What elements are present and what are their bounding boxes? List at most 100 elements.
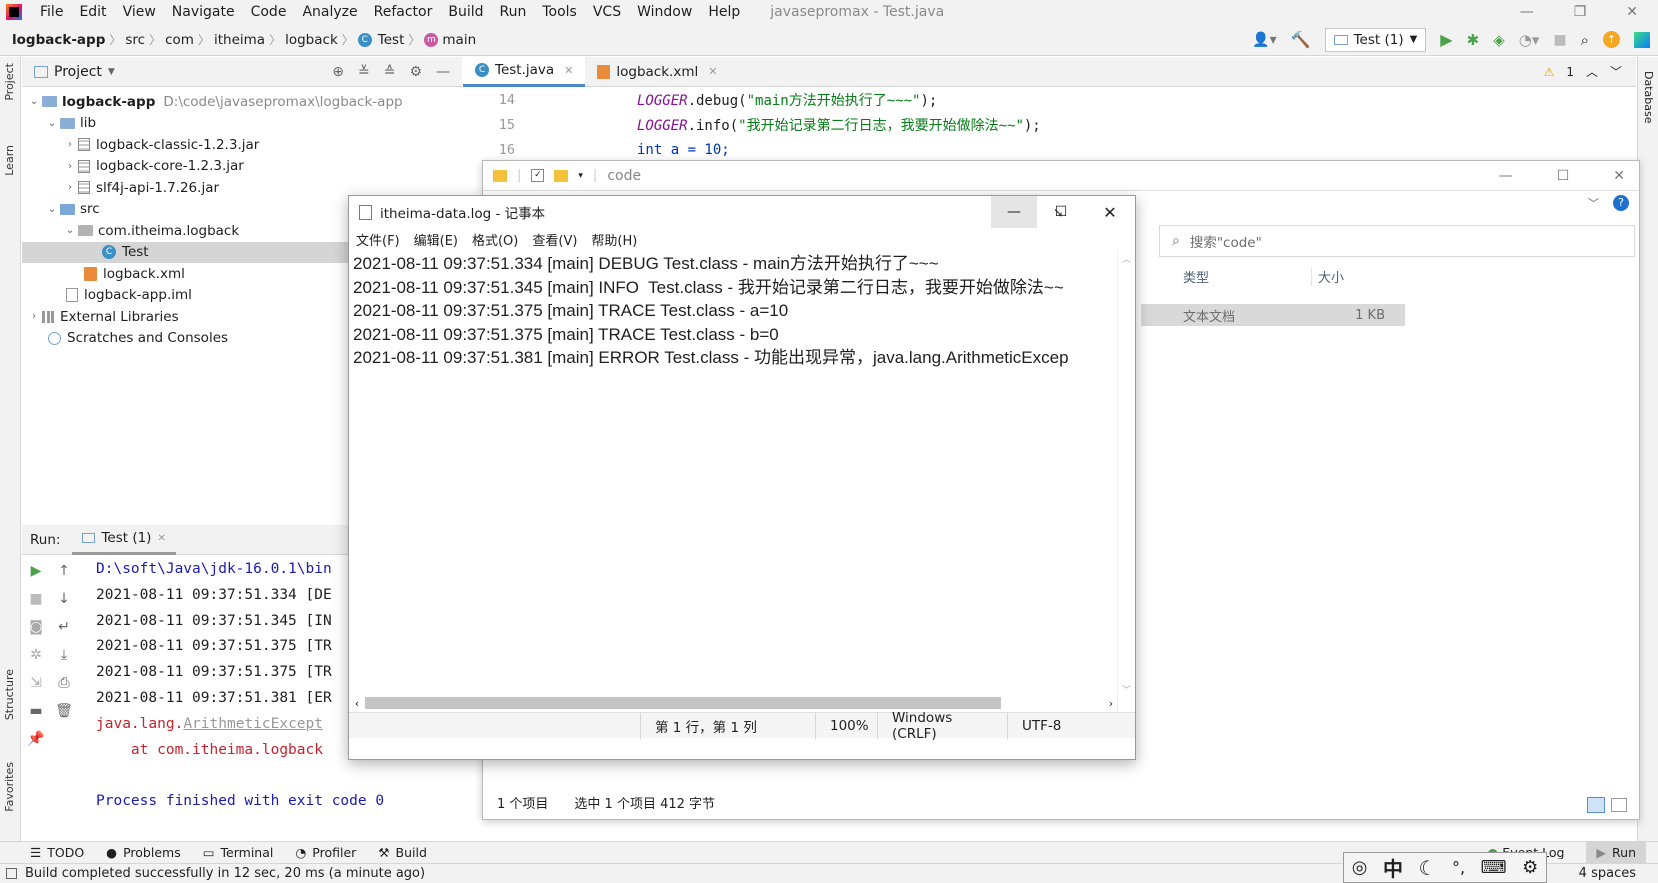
chevron-right-icon[interactable]: › xyxy=(62,161,78,172)
menu-help[interactable]: Help xyxy=(700,4,748,20)
restore-icon[interactable]: ❐ xyxy=(1574,4,1587,20)
keyboard-icon[interactable]: ⌨ xyxy=(1481,857,1507,878)
gear-icon[interactable]: ⚙ xyxy=(409,64,422,80)
run-tab[interactable]: Test (1) ✕ xyxy=(72,525,176,555)
arrow-down-icon[interactable]: ↓ xyxy=(58,591,70,607)
jetbrains-icon[interactable] xyxy=(1634,31,1650,48)
chevron-down-icon[interactable]: ⌄ xyxy=(62,225,78,236)
vertical-scrollbar[interactable]: ︿ ﹀ xyxy=(1117,250,1135,712)
column-type[interactable]: 类型 xyxy=(1183,267,1311,286)
soft-wrap-icon[interactable]: ↵ xyxy=(58,619,70,635)
gear-icon[interactable]: ⚙ xyxy=(1522,857,1538,878)
menu-navigate[interactable]: Navigate xyxy=(164,4,243,20)
tool-terminal[interactable]: ▭ Terminal xyxy=(203,845,274,860)
hammer-icon[interactable]: 🔨 xyxy=(1291,30,1311,49)
menu-edit[interactable]: Edit xyxy=(71,4,114,20)
trash-icon[interactable]: 🗑 xyxy=(55,703,73,719)
breadcrumb-logback[interactable]: logback xyxy=(281,32,342,48)
tool-database[interactable]: Database xyxy=(1642,71,1655,124)
chevron-up-icon[interactable]: ︿ xyxy=(1586,63,1598,80)
notepad-menu-view[interactable]: 查看(V) xyxy=(525,230,584,249)
menu-window[interactable]: Window xyxy=(629,4,700,20)
breadcrumb-com[interactable]: com xyxy=(161,32,198,48)
menu-file[interactable]: File xyxy=(32,4,71,20)
close-button[interactable]: ✕ xyxy=(1085,196,1135,228)
close-icon[interactable]: ✕ xyxy=(1626,4,1638,20)
tree-item-lib[interactable]: ⌄ lib xyxy=(22,113,462,135)
chevron-down-icon[interactable]: ▾ xyxy=(578,171,583,181)
tool-favorites[interactable]: Favorites xyxy=(3,762,16,812)
minimize-icon[interactable]: — xyxy=(1499,168,1513,184)
chevron-down-icon[interactable]: ⌄ xyxy=(44,118,60,129)
menu-refactor[interactable]: Refactor xyxy=(366,4,441,20)
breadcrumb-project[interactable]: logback-app xyxy=(0,32,109,48)
scroll-left-icon[interactable]: ‹ xyxy=(349,697,365,710)
close-icon[interactable]: ✕ xyxy=(1613,168,1625,184)
horizontal-scrollbar[interactable]: ‹ › xyxy=(349,694,1119,712)
settings-icon[interactable]: ✲ xyxy=(30,647,42,663)
chevron-down-icon[interactable]: ▼ xyxy=(108,67,115,77)
tree-item-jar[interactable]: › logback-classic-1.2.3.jar xyxy=(22,134,462,156)
tool-todo[interactable]: ☰ TODO xyxy=(30,845,84,860)
stop-icon[interactable]: ■ xyxy=(1553,32,1566,48)
search-icon[interactable]: ⌕ xyxy=(1581,31,1589,49)
chevron-down-icon[interactable]: ⌄ xyxy=(44,204,60,215)
scroll-down-icon[interactable]: ﹀ xyxy=(1122,683,1131,696)
tool-problems[interactable]: ● Problems xyxy=(106,845,181,860)
breadcrumb-itheima[interactable]: itheima xyxy=(210,32,269,48)
user-icon[interactable]: 👤▾ xyxy=(1252,32,1276,48)
tree-item-jar[interactable]: › logback-core-1.2.3.jar xyxy=(22,156,462,178)
run-config-select[interactable]: Test (1) ▼ xyxy=(1324,27,1427,52)
scroll-end-icon[interactable]: ⤓ xyxy=(61,647,67,663)
tool-profiler[interactable]: ◔ Profiler xyxy=(295,845,356,860)
rerun-icon[interactable]: ▶ xyxy=(31,563,42,579)
minimize-button[interactable]: — xyxy=(991,196,1037,228)
layout-icon[interactable]: ▬ xyxy=(29,703,42,719)
profile-icon[interactable]: ◔▾ xyxy=(1519,31,1540,49)
expand-all-icon[interactable]: ≚ xyxy=(358,64,370,80)
hide-icon[interactable]: — xyxy=(436,64,450,80)
details-view-icon[interactable] xyxy=(1587,797,1605,813)
tiles-view-icon[interactable] xyxy=(1611,798,1627,812)
menu-vcs[interactable]: VCS xyxy=(585,4,629,20)
stop-icon[interactable]: ■ xyxy=(29,591,42,607)
chevron-right-icon[interactable]: › xyxy=(26,311,42,322)
exit-icon[interactable]: ⇲ xyxy=(30,675,42,691)
tool-project[interactable]: Project xyxy=(3,63,16,101)
project-panel-title[interactable]: Project xyxy=(54,64,102,80)
close-icon[interactable]: ✕ xyxy=(157,533,165,544)
chevron-right-icon[interactable]: › xyxy=(62,182,78,193)
run-icon[interactable]: ▶ xyxy=(1440,30,1452,49)
checkbox-icon[interactable]: ✓ xyxy=(531,169,545,182)
warning-icon[interactable]: ⚠ xyxy=(1544,65,1555,79)
arrow-up-icon[interactable]: ↑ xyxy=(58,563,70,579)
close-icon[interactable]: ✕ xyxy=(564,64,573,77)
chevron-down-icon[interactable]: ﹀ xyxy=(1610,63,1622,80)
notepad-titlebar[interactable]: itheima-data.log - 记事本 — ☐ ✕ xyxy=(349,196,1135,228)
tab-logback-xml[interactable]: logback.xml ✕ xyxy=(585,57,729,87)
collapse-all-icon[interactable]: ≙ xyxy=(384,64,396,80)
menu-run[interactable]: Run xyxy=(492,4,535,20)
tab-test-java[interactable]: C Test.java ✕ xyxy=(463,56,586,87)
file-row[interactable]: 文本文档 1 KB xyxy=(1141,304,1405,326)
scroll-thumb[interactable] xyxy=(365,697,1001,709)
camera-icon[interactable]: ◙ xyxy=(29,619,43,635)
notepad-menu-edit[interactable]: 编辑(E) xyxy=(407,230,465,249)
menu-analyze[interactable]: Analyze xyxy=(294,4,365,20)
tool-learn[interactable]: Learn xyxy=(3,145,16,176)
notepad-menu-format[interactable]: 格式(O) xyxy=(465,230,525,249)
tree-item-logback-app[interactable]: ⌄ logback-app D:\code\javasepromax\logba… xyxy=(22,91,462,113)
chevron-down-icon[interactable]: ﹀ xyxy=(1588,195,1599,211)
indent-setting[interactable]: 4 spaces xyxy=(1579,866,1658,881)
tool-build[interactable]: ⚒ Build xyxy=(378,845,427,860)
moon-icon[interactable]: ☾ xyxy=(1419,856,1437,880)
search-input[interactable]: ⌕ 搜索"code" xyxy=(1159,225,1635,257)
console-output[interactable]: D:\soft\Java\jdk-16.0.1\bin 2021-08-11 0… xyxy=(78,555,384,815)
breadcrumb-src[interactable]: src xyxy=(121,32,149,48)
ime-logo-icon[interactable]: ◎ xyxy=(1352,857,1368,878)
maximize-icon[interactable]: ☐ xyxy=(1557,168,1570,184)
coverage-icon[interactable]: ◈ xyxy=(1493,31,1505,49)
exception-link[interactable]: ArithmeticExcept xyxy=(183,716,323,732)
punctuation-icon[interactable]: °, xyxy=(1452,858,1465,877)
debug-icon[interactable]: ✱ xyxy=(1467,31,1480,49)
